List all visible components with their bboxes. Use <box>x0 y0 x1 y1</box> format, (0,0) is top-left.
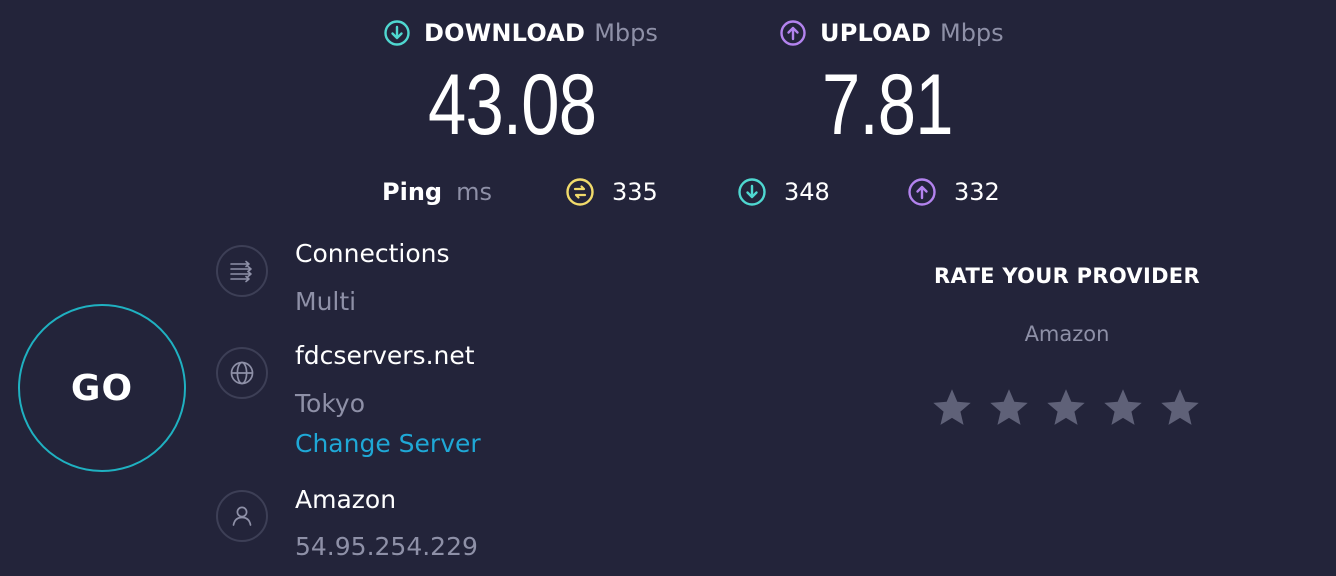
provider-name: Amazon <box>295 485 397 514</box>
ping-unit: ms <box>456 178 492 206</box>
rate-provider-name: Amazon <box>1024 322 1110 346</box>
connections-icon-wrap[interactable] <box>216 245 268 297</box>
download-header: DOWNLOAD Mbps <box>384 16 658 50</box>
star-icon[interactable] <box>1101 386 1145 430</box>
star-icon[interactable] <box>1044 386 1088 430</box>
ping-label: Ping <box>382 178 443 206</box>
download-latency-icon <box>738 178 766 206</box>
ping-upload-value: 332 <box>954 178 1000 206</box>
rate-provider-title: RATE YOUR PROVIDER <box>934 264 1200 288</box>
download-arrow-icon <box>384 20 410 46</box>
connections-mode: Multi <box>295 287 357 316</box>
connections-icon <box>230 260 252 283</box>
go-button[interactable]: GO <box>18 304 186 472</box>
upload-label: UPLOAD <box>820 19 931 47</box>
server-name: fdcservers.net <box>295 341 475 370</box>
globe-icon <box>230 361 254 385</box>
ping-label-group: Ping ms <box>382 175 492 209</box>
ping-download-value: 348 <box>784 178 830 206</box>
ping-idle: 335 <box>566 175 658 209</box>
star-icon[interactable] <box>987 386 1031 430</box>
download-label: DOWNLOAD <box>424 19 586 47</box>
download-unit: Mbps <box>594 19 658 47</box>
user-icon <box>232 506 252 526</box>
server-location: Tokyo <box>295 389 365 418</box>
download-result: DOWNLOAD Mbps <box>384 16 658 50</box>
star-icon[interactable] <box>1158 386 1202 430</box>
provider-ip: 54.95.254.229 <box>295 532 478 561</box>
ping-upload: 332 <box>908 175 1000 209</box>
upload-speed-value: 7.81 <box>822 57 954 153</box>
server-icon-wrap[interactable] <box>216 347 268 399</box>
upload-arrow-icon <box>780 20 806 46</box>
idle-latency-icon <box>566 178 594 206</box>
ping-download: 348 <box>738 175 830 209</box>
change-server-link[interactable]: Change Server <box>295 429 481 458</box>
rate-provider-panel: RATE YOUR PROVIDER Amazon <box>906 258 1228 438</box>
star-rating[interactable] <box>930 386 1202 430</box>
upload-unit: Mbps <box>939 19 1004 47</box>
go-label: GO <box>70 367 134 409</box>
star-icon[interactable] <box>930 386 974 430</box>
upload-header: UPLOAD Mbps <box>780 16 1004 50</box>
download-speed-value: 43.08 <box>428 57 597 153</box>
provider-icon-wrap[interactable] <box>216 490 268 542</box>
connections-title: Connections <box>295 239 450 268</box>
upload-latency-icon <box>908 178 936 206</box>
upload-result: UPLOAD Mbps <box>780 16 1004 50</box>
ping-idle-value: 335 <box>612 178 658 206</box>
